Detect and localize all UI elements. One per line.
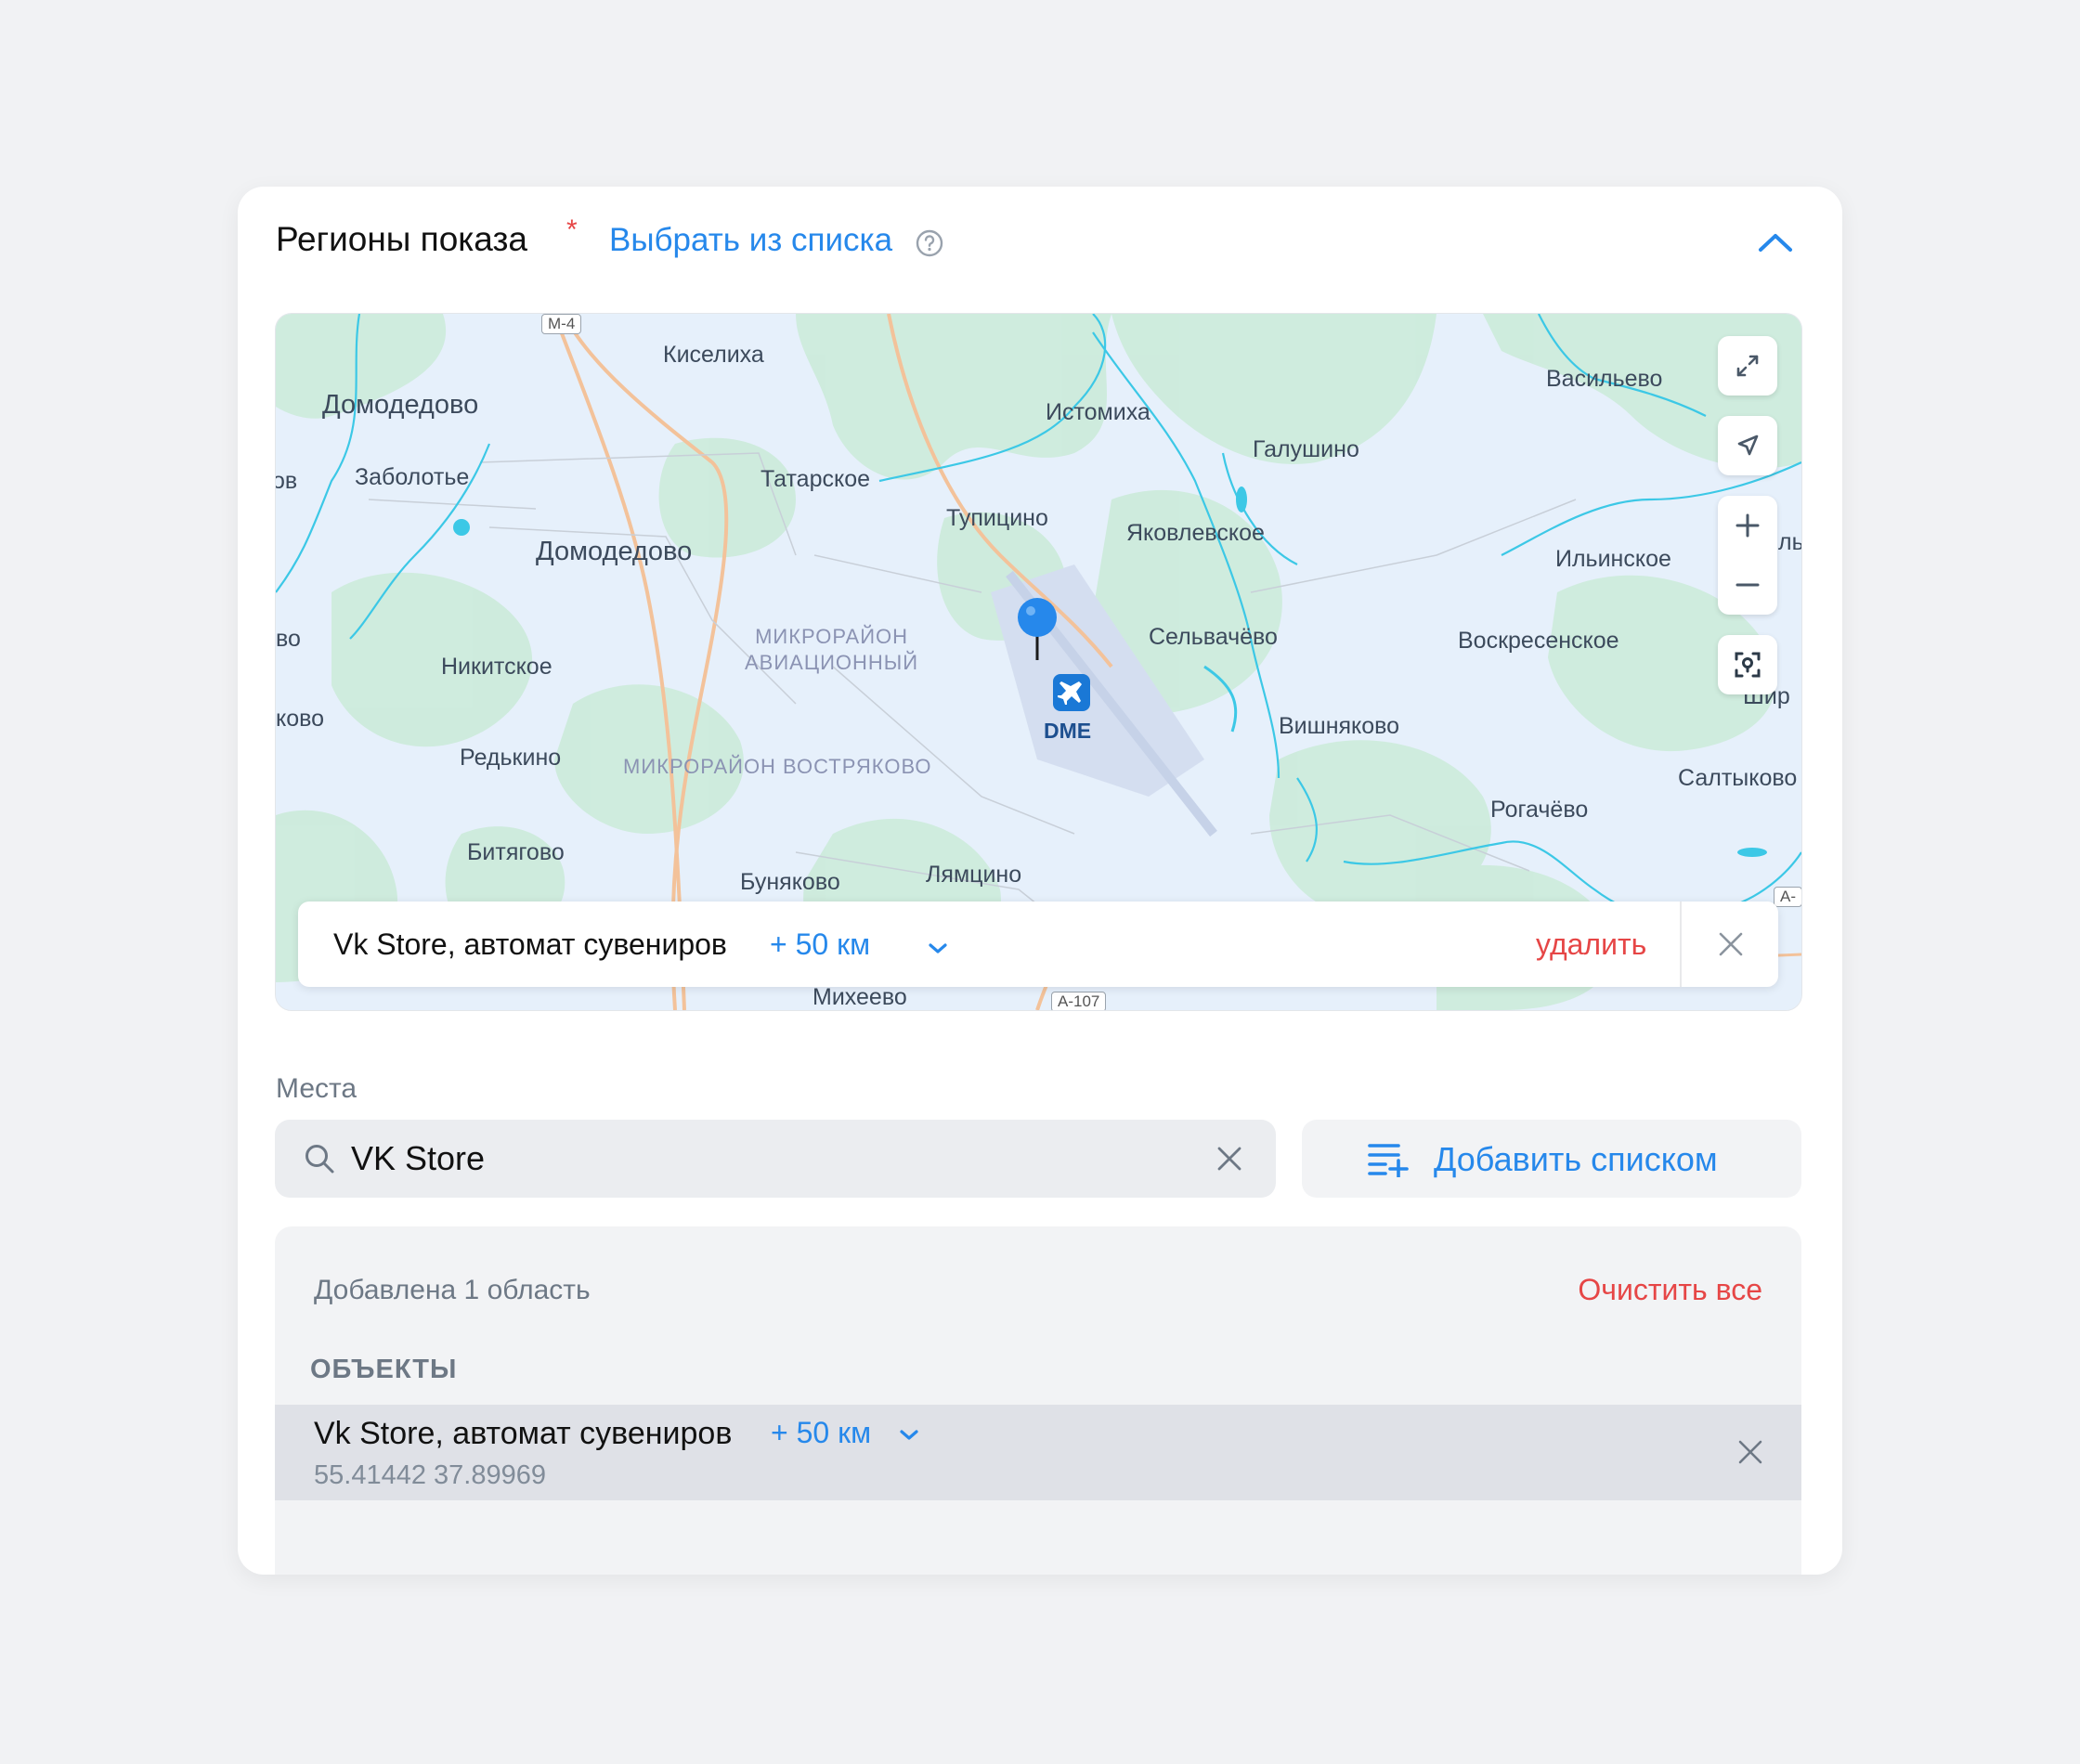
map-label-yakovlevskoe: Яковлевское bbox=[1126, 520, 1265, 546]
road-shield-m4: М-4 bbox=[541, 314, 582, 334]
item-radius-dropdown[interactable]: + 50 км bbox=[771, 1416, 871, 1450]
clear-icon[interactable] bbox=[1215, 1144, 1244, 1174]
map-label-edge-kovo: ково bbox=[276, 706, 325, 732]
fullscreen-button[interactable] bbox=[1718, 336, 1777, 396]
map-label-kiselikha: Киселиха bbox=[663, 342, 764, 368]
areas-count: Добавлена 1 область bbox=[314, 1275, 591, 1305]
map-label-vishnyakovo: Вишняково bbox=[1279, 713, 1400, 739]
search-icon bbox=[306, 1145, 334, 1174]
objects-section-title: ОБЪЕКТЫ bbox=[310, 1355, 458, 1384]
regions-card: Регионы показа * Выбрать из списка М-4 А… bbox=[238, 187, 1842, 1575]
chevron-up-icon[interactable] bbox=[1757, 231, 1794, 253]
map-label-tupitsino: Тупицино bbox=[946, 505, 1048, 531]
popup-place-name: Vk Store, автомат сувениров bbox=[333, 927, 727, 961]
map-label-mkr-vostryakovo: МИКРОРАЙОН ВОСТРЯКОВО bbox=[623, 755, 932, 778]
map-label-voskresenskoe: Воскресенское bbox=[1458, 628, 1619, 654]
item-coordinates: 55.41442 37.89969 bbox=[314, 1460, 546, 1490]
expand-icon bbox=[1736, 355, 1759, 377]
section-title: Регионы показа bbox=[276, 220, 527, 258]
choose-from-list-link[interactable]: Выбрать из списка bbox=[609, 222, 892, 259]
map-label-redkino: Редькино bbox=[460, 745, 562, 771]
map-label-ilinskoe: Ильинское bbox=[1555, 546, 1671, 572]
location-pin-icon[interactable] bbox=[1016, 597, 1059, 662]
place-popup: Vk Store, автомат сувениров + 50 км удал… bbox=[298, 901, 1778, 987]
map-label-tatarskoe: Татарское bbox=[760, 466, 871, 492]
location-focus-icon bbox=[1735, 652, 1761, 678]
popup-radius-dropdown[interactable]: + 50 км bbox=[770, 927, 870, 962]
map-label-domodedovo-town: Домодедово bbox=[536, 537, 693, 566]
plus-icon[interactable] bbox=[1718, 496, 1777, 555]
question-circle-icon[interactable] bbox=[916, 229, 943, 257]
map-label-mikheevo: Михеево bbox=[812, 984, 907, 1010]
locate-button[interactable] bbox=[1718, 416, 1777, 475]
map-label-zabolote: Заболотье bbox=[355, 464, 470, 490]
minus-icon[interactable] bbox=[1718, 555, 1777, 615]
add-list-button[interactable]: Добавить списком bbox=[1302, 1120, 1801, 1198]
map-label-domodedovo: Домодедово bbox=[322, 390, 479, 420]
focus-location-button[interactable] bbox=[1718, 635, 1777, 694]
map-label-edge-vo: во bbox=[276, 626, 301, 652]
map-label-bityagovo: Битягово bbox=[467, 839, 565, 865]
popup-divider bbox=[1680, 901, 1682, 987]
required-mark: * bbox=[566, 214, 578, 245]
airplane-icon[interactable] bbox=[1053, 674, 1090, 711]
places-search[interactable] bbox=[275, 1120, 1276, 1198]
map-label-bunyakovo: Буняково bbox=[740, 869, 840, 895]
map-label-nikitskoe: Никитское bbox=[441, 654, 552, 680]
map-label-rogachevo: Рогачёво bbox=[1490, 797, 1589, 823]
road-shield-a: А- bbox=[1774, 887, 1801, 907]
add-list-label: Добавить списком bbox=[1434, 1140, 1718, 1178]
popup-delete-button[interactable]: удалить bbox=[1536, 927, 1646, 962]
map-label-vasilevo: Васильево bbox=[1546, 366, 1663, 392]
map-label-istomikha: Истомиха bbox=[1046, 399, 1150, 425]
road-shield-a107: А-107 bbox=[1051, 992, 1107, 1010]
map-label-edge-il: ль bbox=[1778, 529, 1802, 555]
chevron-down-icon[interactable] bbox=[899, 1429, 919, 1442]
navigation-arrow-icon bbox=[1737, 435, 1759, 456]
places-label: Места bbox=[276, 1073, 358, 1104]
map-label-mkr-aviation: МИКРОРАЙОН АВИАЦИОННЫЙ bbox=[745, 625, 919, 674]
airport-code: DME bbox=[1044, 719, 1092, 743]
map[interactable]: М-4 А-107 А- Домодедово Киселиха Истомих… bbox=[275, 313, 1802, 1011]
map-label-galushino: Галушино bbox=[1253, 436, 1359, 462]
zoom-control bbox=[1718, 496, 1777, 615]
map-label-selvachevo: Сельвачёво bbox=[1149, 624, 1278, 650]
clear-all-button[interactable]: Очистить все bbox=[1578, 1273, 1762, 1307]
chevron-down-icon[interactable] bbox=[928, 942, 948, 955]
list-add-icon bbox=[1368, 1144, 1409, 1177]
map-label-edge-ov: ов bbox=[276, 468, 298, 494]
map-label-saltykovo: Салтыково bbox=[1678, 765, 1798, 791]
remove-item-icon[interactable] bbox=[1736, 1438, 1764, 1466]
item-name: Vk Store, автомат сувениров bbox=[314, 1416, 733, 1451]
map-label-lyamtsino: Лямцино bbox=[926, 862, 1022, 888]
search-input[interactable] bbox=[351, 1120, 1168, 1198]
list-item[interactable]: Vk Store, автомат сувениров + 50 км 55.4… bbox=[275, 1405, 1801, 1500]
close-icon[interactable] bbox=[1716, 929, 1746, 959]
selected-areas-panel: Добавлена 1 область Очистить все ОБЪЕКТЫ… bbox=[275, 1226, 1801, 1575]
